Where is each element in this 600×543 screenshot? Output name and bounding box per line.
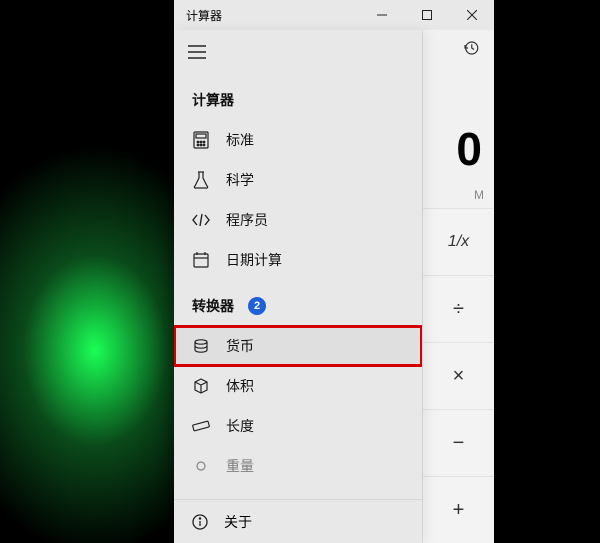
nav-drawer: 计算器 标准 科学 程序员 (174, 30, 422, 543)
history-button[interactable] (423, 30, 494, 66)
nav-currency[interactable]: 货币 (174, 326, 422, 366)
step-badge: 2 (248, 297, 266, 315)
nav-length[interactable]: 长度 (174, 406, 422, 446)
maximize-button[interactable] (404, 0, 449, 30)
nav-label: 日期计算 (226, 250, 282, 270)
nav-scientific[interactable]: 科学 (174, 160, 422, 200)
divide-button[interactable]: ÷ (423, 275, 494, 342)
section-converter-label: 转换器 (192, 296, 234, 316)
flask-icon (192, 171, 210, 189)
minimize-button[interactable] (359, 0, 404, 30)
nav-volume[interactable]: 体积 (174, 366, 422, 406)
calculator-window: 计算器 0 M 1/x ÷ × − (174, 0, 494, 543)
nav-programmer[interactable]: 程序员 (174, 200, 422, 240)
subtract-button[interactable]: − (423, 409, 494, 476)
currency-icon (192, 338, 210, 354)
ruler-icon (192, 420, 210, 432)
close-button[interactable] (449, 0, 494, 30)
hamburger-button[interactable] (174, 30, 422, 74)
reciprocal-button[interactable]: 1/x (423, 208, 494, 275)
cube-icon (192, 378, 210, 394)
calendar-icon (192, 252, 210, 268)
nav-label: 长度 (226, 416, 254, 436)
nav-label: 关于 (224, 512, 252, 532)
titlebar: 计算器 (174, 0, 494, 30)
memory-indicator: M (423, 182, 494, 208)
info-icon (192, 514, 208, 530)
calculator-icon (192, 131, 210, 149)
nav-label: 重量 (226, 456, 254, 476)
nav-label: 体积 (226, 376, 254, 396)
nav-label: 程序员 (226, 210, 268, 230)
window-title: 计算器 (174, 7, 359, 24)
nav-weight[interactable]: 重量 (174, 446, 422, 486)
nav-label: 科学 (226, 170, 254, 190)
add-button[interactable]: + (423, 476, 494, 543)
code-icon (192, 213, 210, 227)
section-calculator: 计算器 (174, 74, 422, 120)
nav-label: 货币 (226, 336, 254, 356)
weight-icon (192, 461, 210, 471)
multiply-button[interactable]: × (423, 342, 494, 409)
calculator-right-column: 0 M 1/x ÷ × − + (422, 30, 494, 543)
nav-about[interactable]: 关于 (174, 499, 422, 543)
section-converter: 转换器 2 (174, 280, 422, 326)
display-value: 0 (423, 66, 494, 182)
nav-label: 标准 (226, 130, 254, 150)
nav-standard[interactable]: 标准 (174, 120, 422, 160)
nav-date[interactable]: 日期计算 (174, 240, 422, 280)
